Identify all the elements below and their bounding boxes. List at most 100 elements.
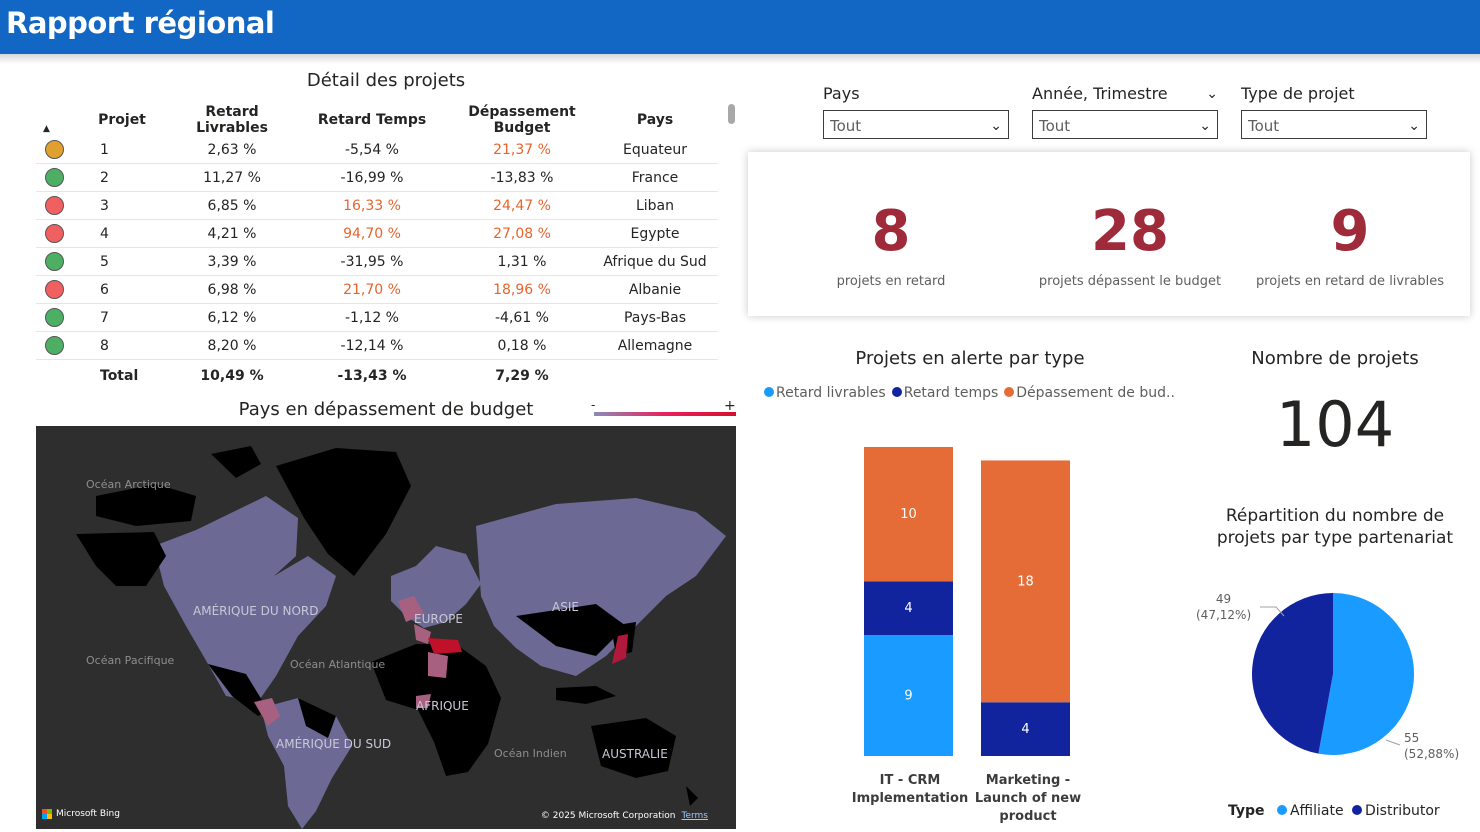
filter-pays-dropdown[interactable]: Tout ⌄ xyxy=(823,110,1009,139)
bar-chart-title: Projets en alerte par type xyxy=(855,348,1085,369)
cell-retard-temps: 16,33 % xyxy=(292,191,452,220)
cell-pays: Allemagne xyxy=(592,331,718,360)
count-title: Nombre de projets xyxy=(1251,348,1419,369)
legend-item-affiliate[interactable]: Affiliate xyxy=(1276,803,1344,819)
filter-pays: Pays Tout ⌄ xyxy=(823,84,1009,139)
kpi-projets-retard: 8 projets en retard xyxy=(771,200,1011,290)
cell-retard-livrables: 4,21 % xyxy=(172,219,292,248)
cell-total-label: Total xyxy=(100,368,139,384)
cell-projet: 5 xyxy=(72,247,172,276)
legend-label: Retard livrables xyxy=(776,385,886,401)
status-dot-icon xyxy=(44,140,64,159)
filter-pays-label: Pays xyxy=(823,84,860,103)
table-row[interactable]: 8 8,20 % -12,14 % 0,18 % Allemagne xyxy=(36,331,718,360)
table-row[interactable]: 4 4,21 % 94,70 % 27,08 % Egypte xyxy=(36,219,718,248)
cell-pays: Egypte xyxy=(592,219,718,248)
chevron-down-icon[interactable]: ⌄ xyxy=(1206,86,1218,102)
legend-label: Affiliate xyxy=(1289,803,1344,819)
filter-annee-value: Tout xyxy=(1039,117,1071,135)
bar-category-label: IT - CRM Implementation xyxy=(851,773,969,806)
table-title: Détail des projets xyxy=(306,70,466,91)
pie-slice[interactable] xyxy=(1252,593,1333,754)
filter-annee-dropdown[interactable]: Tout ⌄ xyxy=(1032,110,1218,139)
table-row[interactable]: 3 6,85 % 16,33 % 24,47 % Liban xyxy=(36,191,718,220)
report-title: Rapport régional xyxy=(6,6,275,40)
cell-pays: Albanie xyxy=(592,275,718,304)
table-row[interactable]: 5 3,39 % -31,95 % 1,31 % Afrique du Sud xyxy=(36,247,718,276)
header-projet[interactable]: Projet xyxy=(72,104,172,136)
chevron-down-icon: ⌄ xyxy=(1199,118,1211,134)
filter-type-dropdown[interactable]: Tout ⌄ xyxy=(1241,110,1427,139)
cell-retard-livrables: 6,98 % xyxy=(172,275,292,304)
pie-label-value: 55 xyxy=(1404,731,1420,745)
cell-depassement-budget: -4,61 % xyxy=(452,303,592,332)
filter-type-projet: Type de projet Tout ⌄ xyxy=(1241,84,1427,139)
legend-label: Dépassement de bud... xyxy=(1016,385,1174,401)
legend-item-retard-temps[interactable]: Retard temps xyxy=(891,385,998,401)
cell-depassement-budget: 27,08 % xyxy=(452,219,592,248)
pie-legend-title: Type xyxy=(1228,803,1265,819)
status-dot-icon xyxy=(44,280,64,299)
pie-title-line: projets par type partenariat xyxy=(1216,528,1454,548)
status-indicator xyxy=(36,163,72,192)
header-retard-temps[interactable]: Retard Temps xyxy=(292,104,452,136)
chevron-down-icon: ⌄ xyxy=(990,118,1002,134)
cell-projet: 1 xyxy=(72,136,172,164)
cell-retard-livrables: 6,85 % xyxy=(172,191,292,220)
pie-leader-line xyxy=(1385,739,1401,746)
table-row[interactable]: 1 2,63 % -5,54 % 21,37 % Equateur xyxy=(36,136,718,164)
kpi-projets-livrables: 9 projets en retard de livrables xyxy=(1230,199,1470,290)
table-row[interactable]: 7 6,12 % -1,12 % -4,61 % Pays-Bas xyxy=(36,303,718,332)
legend-item-depassement[interactable]: Dépassement de bud... xyxy=(1004,385,1174,401)
cell-retard-temps: -31,95 % xyxy=(292,247,452,276)
cell-depassement-budget: 0,18 % xyxy=(452,331,592,360)
header-status[interactable] xyxy=(36,104,72,136)
cell-projet: 6 xyxy=(72,275,172,304)
label-ocean-indien: Océan Indien xyxy=(494,747,567,760)
filter-annee-trimestre: Année, Trimestre ⌄ Tout ⌄ xyxy=(1032,84,1218,139)
label-afrique: AFRIQUE xyxy=(416,699,469,713)
header-retard-livrables[interactable]: Retard Livrables xyxy=(172,104,292,136)
cell-retard-temps: 21,70 % xyxy=(292,275,452,304)
cell-pays: France xyxy=(592,163,718,192)
cell-retard-temps: -1,12 % xyxy=(292,303,452,332)
table-row[interactable]: 6 6,98 % 21,70 % 18,96 % Albanie xyxy=(36,275,718,304)
cell-empty xyxy=(592,360,718,393)
map-title: Pays en dépassement de budget xyxy=(238,399,534,420)
cell-depassement-budget: 1,31 % xyxy=(452,247,592,276)
label-australie: AUSTRALIE xyxy=(602,747,668,761)
legend-swatch xyxy=(1276,805,1287,815)
kpi-label: projets dépassent le budget xyxy=(1038,274,1222,289)
cell-retard-temps: -5,54 % xyxy=(292,136,452,164)
pie-label-affiliate: 55 (52,88%) xyxy=(1404,730,1459,762)
map-legend-min: - xyxy=(591,398,596,412)
copyright-text: © 2025 Microsoft Corporation xyxy=(540,811,676,821)
cell-total-depassement-budget: 7,29 % xyxy=(495,368,549,384)
kpi-value: 9 xyxy=(1330,199,1370,264)
table-scrollbar[interactable] xyxy=(728,104,735,124)
kpi-projets-budget: 28 projets dépassent le budget xyxy=(1010,200,1250,290)
bing-attribution-text: Microsoft Bing xyxy=(56,809,120,819)
legend-item-distributor[interactable]: Distributor xyxy=(1352,803,1440,819)
header-depassement-budget[interactable]: Dépassement Budget xyxy=(452,104,592,136)
label-ocean-atlantique: Océan Atlantique xyxy=(290,658,386,671)
table-row[interactable]: 2 11,27 % -16,99 % -13,83 % France xyxy=(36,163,718,192)
stacked-bar-chart: 9 4 10 4 18 xyxy=(864,447,1070,756)
legend-swatch xyxy=(764,387,774,397)
world-map[interactable]: Océan Arctique AMÉRIQUE DU NORD EUROPE A… xyxy=(36,426,736,829)
status-indicator xyxy=(36,303,72,332)
header-pays[interactable]: Pays xyxy=(592,104,718,136)
cell-pays: Afrique du Sud xyxy=(592,247,718,276)
cell-depassement-budget: 24,47 % xyxy=(452,191,592,220)
legend-item-retard-livrables[interactable]: Retard livrables xyxy=(764,385,886,401)
status-indicator xyxy=(36,191,72,220)
terms-link[interactable]: Terms xyxy=(681,811,708,821)
cell-retard-livrables: 6,12 % xyxy=(172,303,292,332)
filter-pays-value: Tout xyxy=(830,117,862,135)
cell-retard-livrables: 3,39 % xyxy=(172,247,292,276)
pie-legend: Type Affiliate Distributor xyxy=(1228,803,1440,819)
status-dot-icon xyxy=(44,196,64,215)
bar-data-label: 4 xyxy=(1021,722,1029,737)
label-europe: EUROPE xyxy=(414,612,463,626)
cell-projet: 2 xyxy=(72,163,172,192)
